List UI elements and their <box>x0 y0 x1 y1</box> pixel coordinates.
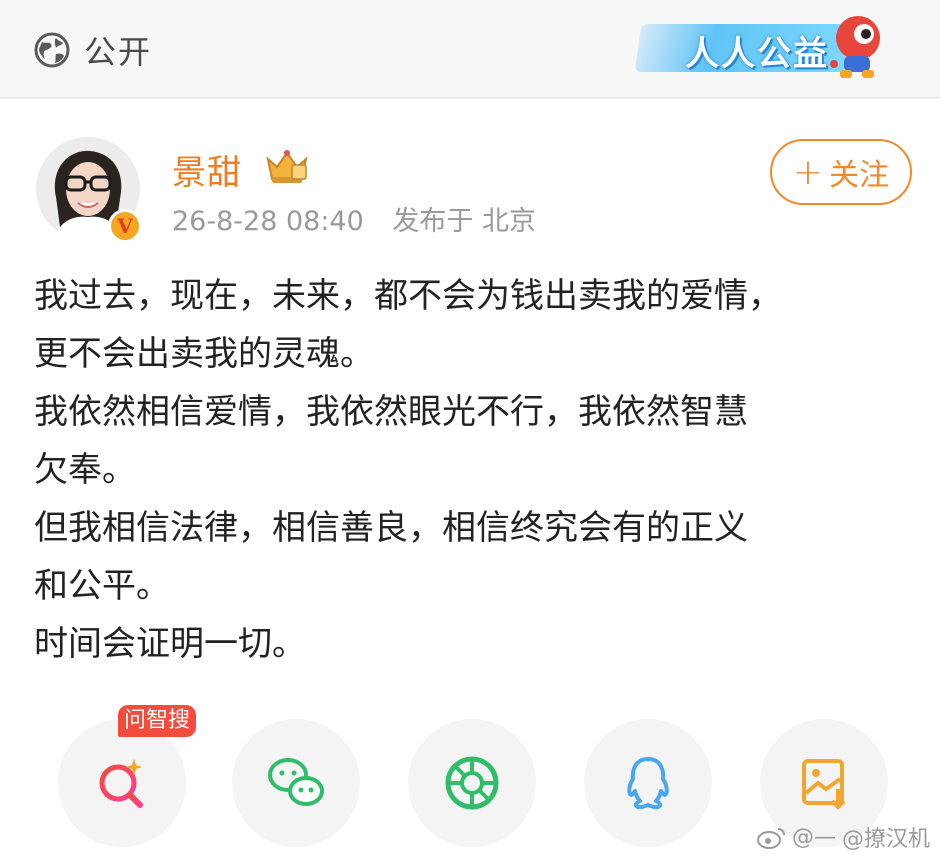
save-image-icon <box>802 759 846 810</box>
follow-button[interactable]: + 关注 <box>770 139 912 205</box>
post-meta: 26-8-28 08:40 发布于 北京 <box>172 199 536 238</box>
ai-search-tag: 问智搜 <box>118 705 197 737</box>
plus-icon: + <box>792 151 824 193</box>
moments-icon <box>445 756 499 810</box>
post-line: 我依然相信爱情，我依然眼光不行，我依然智慧 <box>34 392 748 432</box>
author-name[interactable]: 景甜 <box>172 145 242 194</box>
vip-crown-icon <box>266 150 308 183</box>
wechat-icon <box>268 758 324 806</box>
post-line: 欠奉。 <box>34 450 136 490</box>
charity-mascot-icon <box>830 16 880 78</box>
top-bar: 公开 人人公益 <box>0 0 940 98</box>
post-card: V 景甜 26-8-28 08:40 发布于 北京 + 关注 我过去，现在，未来… <box>0 99 940 679</box>
post-line: 我过去，现在，未来，都不会为钱出卖我的爱情， <box>34 276 782 316</box>
visibility-label: 公开 <box>84 33 153 71</box>
post-timestamp: 26-8-28 08:40 <box>172 206 364 237</box>
watermark-handle: @撩汉机 <box>841 827 930 852</box>
qq-icon <box>627 757 669 810</box>
share-bar: 问智搜 @— @撩汉机 <box>0 679 940 859</box>
post-body: 我过去，现在，未来，都不会为钱出卖我的爱情， 更不会出卖我的灵魂。 我依然相信爱… <box>34 267 914 673</box>
ai-search-icon <box>99 759 143 808</box>
share-moments-button[interactable] <box>408 719 536 847</box>
charity-badge-text: 人人公益 <box>685 34 829 74</box>
post-location: 发布于 北京 <box>392 206 536 237</box>
post-line: 但我相信法律，相信善良，相信终究会有的正义 <box>34 508 748 548</box>
author-avatar[interactable]: V <box>36 137 142 243</box>
weibo-post-screen: 公开 人人公益 V 景甜 26-8-28 08:40 发布于 北京 + 关注 我… <box>0 0 940 859</box>
post-line: 更不会出卖我的灵魂。 <box>34 334 374 374</box>
share-qq-button[interactable] <box>584 719 712 847</box>
globe-icon <box>34 32 70 68</box>
ai-search-button[interactable] <box>58 719 186 847</box>
verified-badge: V <box>108 209 142 243</box>
weibo-logo-icon <box>756 828 785 849</box>
watermark: @— @撩汉机 <box>756 821 930 853</box>
follow-label: 关注 <box>829 158 890 193</box>
charity-badge[interactable]: 人人公益 <box>630 10 880 80</box>
share-wechat-button[interactable] <box>232 719 360 847</box>
post-line: 和公平。 <box>34 566 170 606</box>
post-line: 时间会证明一切。 <box>34 624 306 664</box>
watermark-text: @— <box>791 824 836 850</box>
visibility-indicator[interactable]: 公开 <box>34 30 153 71</box>
